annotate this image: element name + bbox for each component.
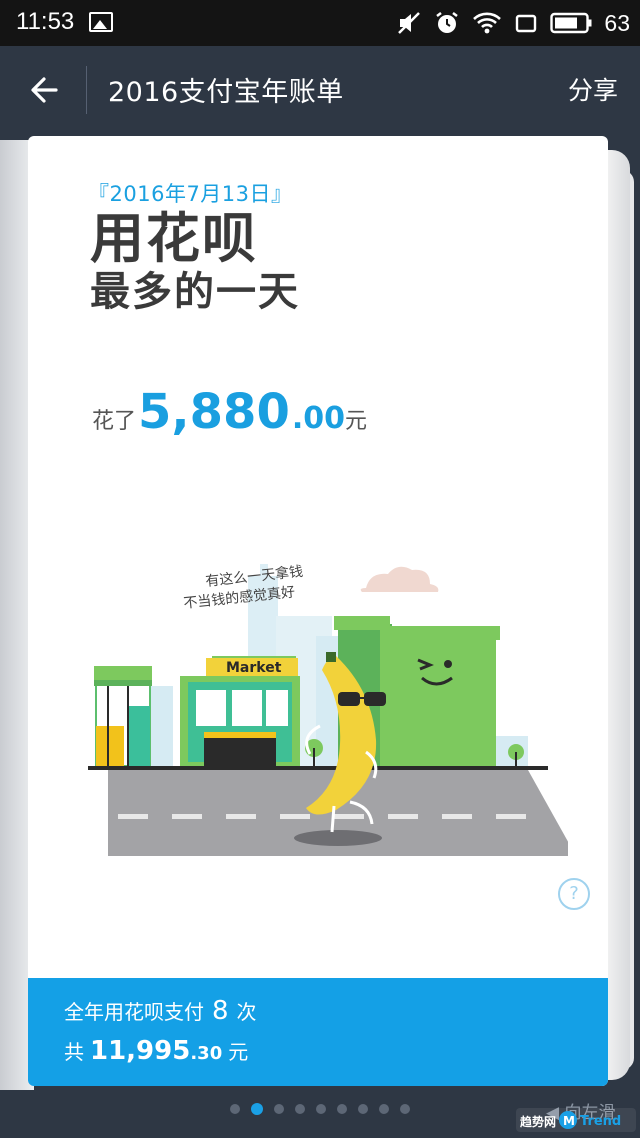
summary-count-row: 全年用花呗支付 8 次 [64,996,257,1026]
bill-date: 『2016年7月13日』 [88,182,293,206]
headline-line1: 用花呗 [90,207,258,270]
bubble-line2: 不当钱的感觉真好 [183,583,296,612]
back-arrow-icon[interactable] [26,70,66,110]
cloud [360,566,439,592]
spent-unit: 元 [345,409,368,434]
mute-icon [398,12,421,34]
page-dot[interactable] [358,1104,368,1114]
spent-amount: 花了 5,880 .00 元 [92,384,367,440]
summary-total-integer: 11,995 [90,1036,191,1066]
street-illustration: 有这么一天拿钱 不当钱的感觉真好 Market [88,563,568,856]
page-dot[interactable] [274,1104,284,1114]
spent-integer: 5,880 [138,384,290,440]
status-bar: 11:53 63 [0,0,640,46]
image-notification-icon [89,12,113,32]
status-time: 11:53 [16,8,75,35]
wifi-icon [473,12,502,34]
bill-page-card[interactable]: 『2016年7月13日』 用花呗 最多的一天 花了 5,880 .00 元 有这… [28,136,608,1086]
svg-text:M: M [563,1114,575,1128]
summary-count-prefix: 全年用花呗支付 [64,1000,204,1024]
battery-icon [550,12,592,34]
help-icon[interactable]: ? [558,878,590,910]
page-dot[interactable] [316,1104,326,1114]
page-dot[interactable] [230,1104,240,1114]
summary-total-decimal: .30 [190,1043,223,1064]
summary-total-unit: 元 [228,1040,249,1064]
spent-prefix: 花了 [92,409,137,434]
battery-level: 63 [604,9,630,36]
svg-text:Trend: Trend [580,1114,621,1129]
page-dot[interactable] [379,1104,389,1114]
summary-total-prefix: 共 [64,1040,84,1064]
app-bar: 2016支付宝年账单 分享 [0,46,640,134]
summary-count-suffix: 次 [236,1000,257,1024]
page-title: 2016支付宝年账单 [108,77,344,108]
market-sign: Market [226,660,282,676]
watermark-logo: 趋势网 M Trend [516,1108,636,1132]
spent-decimal: .00 [291,401,345,436]
summary-count: 8 [212,996,229,1026]
alarm-icon [436,12,459,33]
page-dot-active[interactable] [251,1103,263,1115]
svg-text:趋势网: 趋势网 [520,1114,556,1129]
summary-total-row: 共 11,995 .30 元 [64,1036,248,1066]
headline: 用花呗 最多的一天 [90,207,300,315]
page-dot[interactable] [337,1104,347,1114]
app-bar-divider [86,66,87,114]
status-icons: 63 [396,6,630,40]
page-dot[interactable] [295,1104,305,1114]
page-dot[interactable] [400,1104,410,1114]
annual-summary: 全年用花呗支付 8 次 共 11,995 .30 元 [28,978,608,1086]
share-button[interactable]: 分享 [568,71,618,107]
recent-apps-icon [516,14,537,33]
headline-line2: 最多的一天 [90,269,300,315]
